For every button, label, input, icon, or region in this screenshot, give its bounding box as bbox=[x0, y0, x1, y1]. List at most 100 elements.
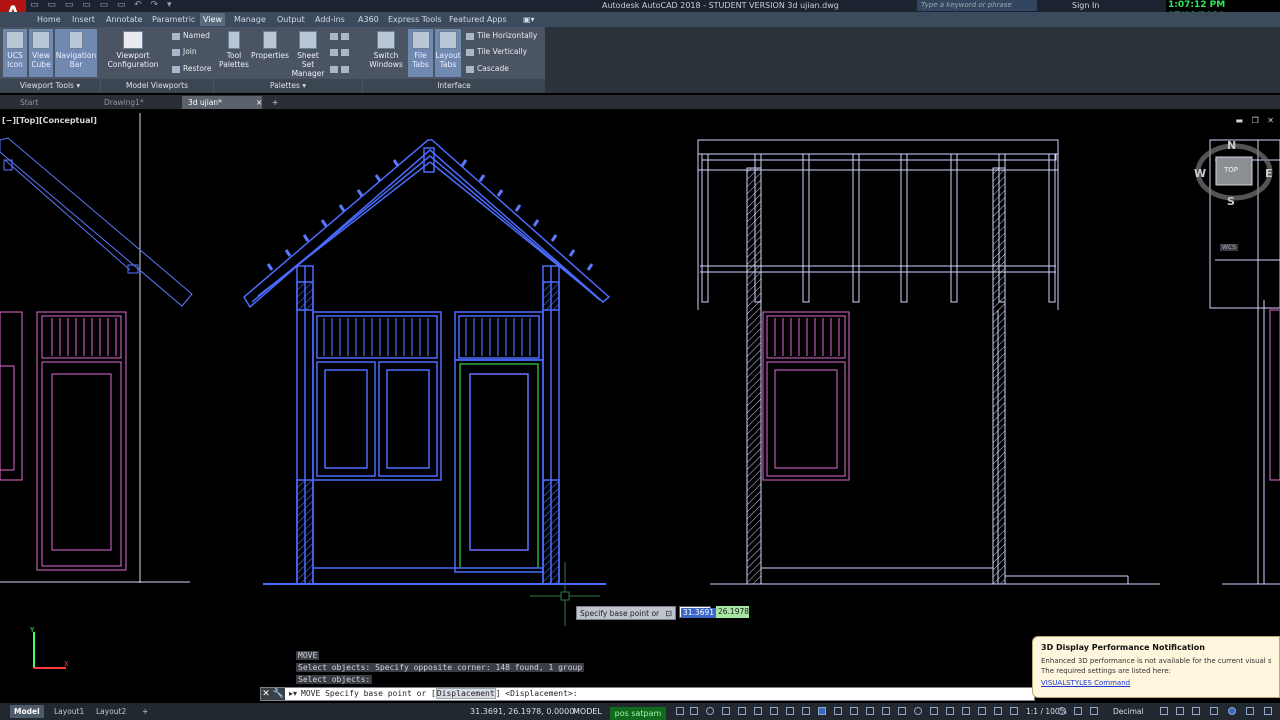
lineweight-icon[interactable] bbox=[770, 707, 778, 715]
file-tab-close-icon[interactable]: × bbox=[250, 96, 262, 109]
command-option-displacement[interactable]: Displacement bbox=[435, 688, 496, 699]
layout-tab-layout2[interactable]: Layout2 bbox=[92, 705, 130, 718]
new-tab-plus-icon[interactable]: + bbox=[266, 96, 278, 109]
3d-osnap-icon[interactable] bbox=[818, 707, 826, 715]
tab-insert[interactable]: Insert bbox=[69, 13, 98, 26]
gear-icon[interactable] bbox=[1058, 707, 1066, 715]
palette-small-icons-3[interactable] bbox=[330, 64, 352, 74]
ucs-icon-button[interactable]: UCS Icon bbox=[3, 29, 27, 77]
units-icon[interactable] bbox=[962, 707, 970, 715]
annotation-monitor-icon[interactable] bbox=[946, 707, 954, 715]
tab-home[interactable]: Home bbox=[34, 13, 64, 26]
model-space-button[interactable]: MODEL bbox=[573, 705, 602, 718]
notification-balloon[interactable]: 3D Display Performance Notification Enha… bbox=[1032, 636, 1280, 698]
file-tab-drawing1[interactable]: Drawing1* bbox=[98, 96, 182, 109]
file-tabs-button[interactable]: File Tabs bbox=[408, 29, 433, 77]
cascade-button[interactable]: Cascade bbox=[466, 64, 509, 74]
transparency-icon[interactable] bbox=[786, 707, 794, 715]
add-layout-plus-icon[interactable]: + bbox=[138, 705, 152, 718]
grid-icon[interactable] bbox=[676, 707, 684, 715]
file-tab-start[interactable]: Start bbox=[14, 96, 98, 109]
tab-a360[interactable]: A360 bbox=[355, 13, 382, 26]
dynamic-input-x-field[interactable]: 31.3691 bbox=[679, 606, 717, 618]
notification-link[interactable]: VISUALSTYLES Command bbox=[1041, 679, 1271, 687]
tab-output[interactable]: Output bbox=[274, 13, 308, 26]
tab-add-ins[interactable]: Add-ins bbox=[312, 13, 348, 26]
clean-screen-icon[interactable] bbox=[1160, 707, 1168, 715]
join-viewports-button[interactable]: Join bbox=[172, 47, 197, 57]
selection-cycling-icon[interactable] bbox=[802, 707, 810, 715]
selection-filter-icon[interactable] bbox=[850, 707, 858, 715]
panel-palettes[interactable]: Palettes ▾ bbox=[214, 79, 362, 93]
history-line-1: MOVE bbox=[296, 651, 320, 660]
command-line[interactable]: ✕ 🔧 ▸▾ MOVE Specify base point or [Displ… bbox=[260, 687, 1035, 701]
hardware-accel-icon[interactable] bbox=[1090, 707, 1098, 715]
tab-annotate[interactable]: Annotate bbox=[103, 13, 146, 26]
viewcube-south[interactable]: S bbox=[1227, 195, 1235, 208]
search-input[interactable]: Type a keyword or phrase bbox=[917, 0, 1037, 11]
tab-manage[interactable]: Manage bbox=[231, 13, 269, 26]
snap-icon[interactable] bbox=[690, 707, 698, 715]
annotation-scale-icon[interactable] bbox=[914, 707, 922, 715]
customization-icon[interactable] bbox=[1176, 707, 1184, 715]
switch-windows-button[interactable]: Switch Windows bbox=[367, 29, 405, 77]
taskbar-item[interactable]: pos satpam bbox=[610, 707, 666, 720]
workspace-switch-icon[interactable] bbox=[930, 707, 938, 715]
named-viewports-button[interactable]: Named bbox=[172, 31, 210, 41]
ortho-icon[interactable] bbox=[706, 707, 714, 715]
coordinate-readout[interactable]: 31.3691, 26.1978, 0.0000 bbox=[470, 705, 574, 718]
tile-horizontally-button[interactable]: Tile Horizontally bbox=[466, 31, 537, 41]
viewcube-top-face[interactable]: TOP bbox=[1224, 166, 1238, 174]
view-cube-button[interactable]: View Cube bbox=[29, 29, 53, 77]
sign-in-button[interactable]: Sign In bbox=[1072, 0, 1099, 11]
autoscale-icon[interactable] bbox=[898, 707, 906, 715]
quick-properties-icon[interactable] bbox=[978, 707, 986, 715]
panel-viewport-tools[interactable]: Viewport Tools ▾ bbox=[0, 79, 100, 93]
viewcube-west[interactable]: W bbox=[1194, 167, 1206, 180]
isolate-objects-icon[interactable] bbox=[1010, 707, 1018, 715]
tab-parametric[interactable]: Parametric bbox=[149, 13, 198, 26]
sheet-set-manager-button[interactable]: Sheet Set Manager bbox=[290, 29, 326, 78]
layout-tab-layout1[interactable]: Layout1 bbox=[50, 705, 88, 718]
menu-icon[interactable] bbox=[1264, 707, 1272, 715]
notification-tray-icon[interactable] bbox=[1228, 707, 1236, 715]
layout-tab-model[interactable]: Model bbox=[10, 705, 44, 718]
layout-icon[interactable] bbox=[1192, 707, 1200, 715]
command-recent-icon[interactable]: ▸▾ bbox=[289, 688, 297, 700]
communication-center-icon[interactable] bbox=[1246, 707, 1254, 715]
viewport-configuration-button[interactable]: Viewport Configuration bbox=[104, 29, 162, 77]
lock-ui-icon[interactable] bbox=[994, 707, 1002, 715]
dynamic-options-icon[interactable]: ⊡ bbox=[665, 607, 672, 621]
otrack-icon[interactable] bbox=[754, 707, 762, 715]
osnap-icon[interactable] bbox=[738, 707, 746, 715]
dynamic-input-y-field[interactable]: 26.1978 bbox=[716, 606, 749, 618]
navigation-bar-button[interactable]: Navigation Bar bbox=[55, 29, 97, 77]
polar-icon[interactable] bbox=[722, 707, 730, 715]
command-line-text[interactable]: MOVE Specify base point or [Displacement… bbox=[301, 688, 578, 700]
units-dropdown[interactable]: Decimal bbox=[1113, 705, 1144, 718]
viewcube[interactable]: N S E W TOP bbox=[1194, 139, 1274, 209]
gizmo-icon[interactable] bbox=[866, 707, 874, 715]
annotation-visibility-icon[interactable] bbox=[882, 707, 890, 715]
tool-palettes-button[interactable]: Tool Palettes bbox=[218, 29, 250, 77]
tile-vertically-button[interactable]: Tile Vertically bbox=[466, 47, 527, 57]
quick-access-toolbar[interactable]: ▭ ▭ ▭ ▭ ▭ ▭ ↶ ↷ ▾ bbox=[30, 0, 175, 12]
tab-featured-apps[interactable]: Featured Apps bbox=[446, 13, 510, 26]
tab-express-tools[interactable]: Express Tools bbox=[385, 13, 445, 26]
tool-palettes-icon bbox=[228, 31, 240, 49]
layout-tabs-button[interactable]: Layout Tabs bbox=[435, 29, 461, 77]
viewcube-north[interactable]: N bbox=[1227, 139, 1236, 152]
palette-small-icons[interactable] bbox=[330, 31, 352, 41]
tray-icon[interactable] bbox=[1210, 707, 1218, 715]
restore-viewports-button[interactable]: Restore bbox=[172, 64, 211, 74]
drawing-viewport[interactable]: [−][Top][Conceptual] ▬ ❐ ✕ Y X N S E W T… bbox=[0, 111, 1280, 687]
viewcube-east[interactable]: E bbox=[1265, 167, 1273, 180]
command-line-close-icon[interactable]: ✕ 🔧 bbox=[261, 688, 285, 700]
plus-icon[interactable] bbox=[1074, 707, 1082, 715]
tab-view[interactable]: View bbox=[200, 13, 225, 26]
wcs-menu[interactable]: WCS bbox=[1220, 244, 1238, 251]
palette-small-icons-2[interactable] bbox=[330, 47, 352, 57]
ribbon-toggle-icon[interactable]: ▣▾ bbox=[520, 13, 538, 26]
dynamic-ucs-icon[interactable] bbox=[834, 707, 842, 715]
properties-button[interactable]: Properties bbox=[251, 29, 289, 77]
